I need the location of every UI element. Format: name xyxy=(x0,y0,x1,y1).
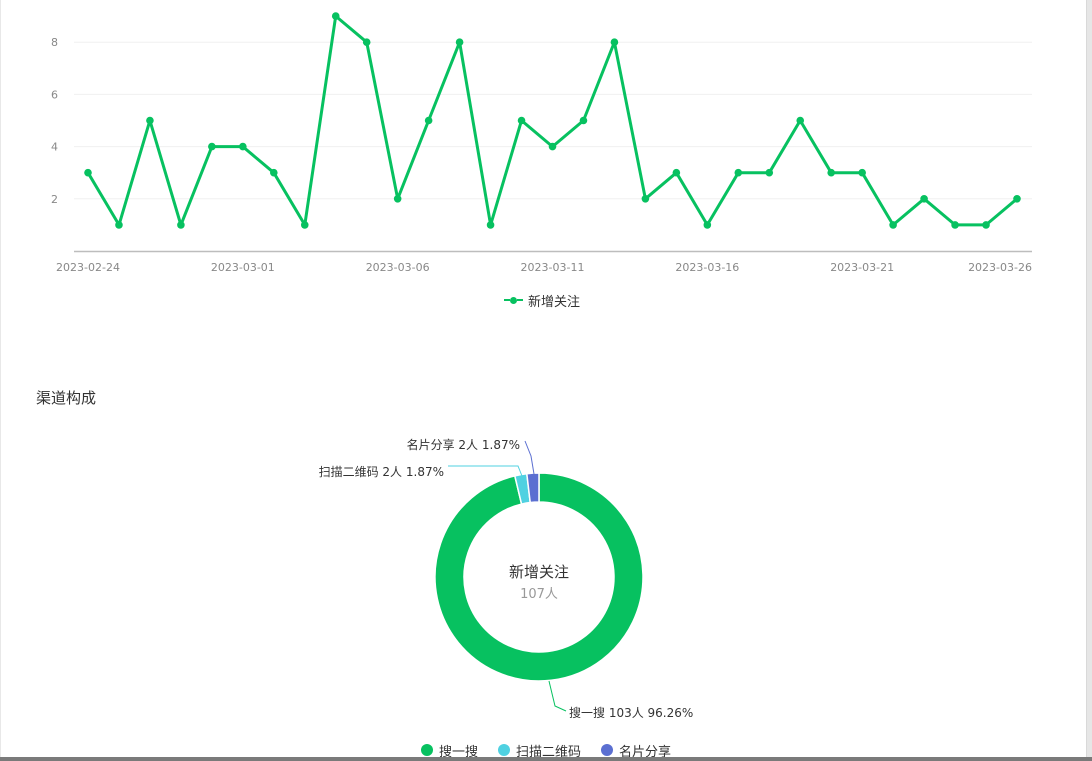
donut-center-title: 新增关注 xyxy=(509,563,569,581)
bottom-edge xyxy=(0,757,1092,761)
slice-label: 搜一搜 103人 96.26% xyxy=(569,705,693,720)
slice-label: 名片分享 2人 1.87% xyxy=(407,437,520,452)
page: 2 4 6 8 2023-02-24 2023-03-01 2023-03-06 2023-0… xyxy=(0,0,1092,761)
slice-leader-line xyxy=(448,465,523,477)
donut-center-value: 107人 xyxy=(520,587,558,602)
slice-label: 扫描二维码 2人 1.87% xyxy=(319,465,444,479)
legend-swatch-icon xyxy=(497,744,510,756)
slice-leader-line xyxy=(548,680,567,712)
slice-leader-line xyxy=(524,440,535,475)
donut-chart: 搜一搜 103人 96.26% 扫描二维码 2人 1.87% 名片分享 2人 1.8… xyxy=(319,437,694,720)
legend-swatch-icon xyxy=(601,744,613,756)
vertical-scrollbar[interactable] xyxy=(1086,0,1092,761)
legend-swatch-icon xyxy=(420,744,433,756)
